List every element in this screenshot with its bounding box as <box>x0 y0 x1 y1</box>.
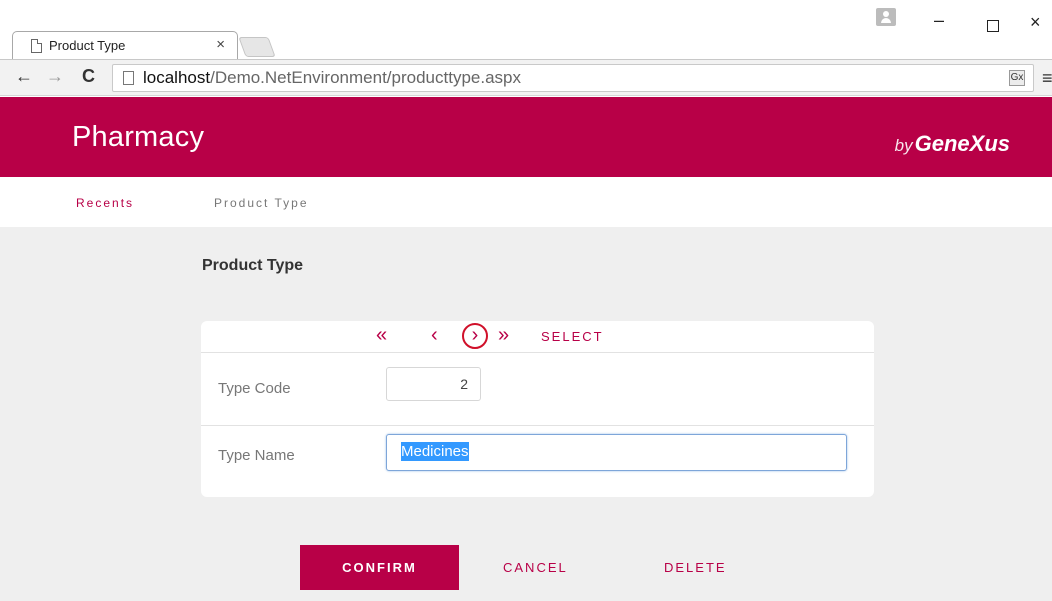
previous-record-icon[interactable]: ‹ <box>431 325 438 345</box>
tab-title: Product Type <box>49 38 126 53</box>
page-icon <box>31 39 42 53</box>
main-content: Product Type « ‹ › » SELECT Type Code 2 … <box>0 227 1052 601</box>
menu-bar: Recents Product Type <box>0 177 1052 227</box>
tab-close-icon[interactable]: × <box>216 36 225 53</box>
user-profile-icon[interactable] <box>876 8 896 26</box>
type-name-field[interactable]: Medicines <box>386 434 847 471</box>
delete-button[interactable]: DELETE <box>664 560 727 575</box>
menu-item-product-type[interactable]: Product Type <box>214 196 309 210</box>
first-record-icon[interactable]: « <box>376 325 387 345</box>
next-record-icon[interactable]: › <box>462 323 488 349</box>
forward-arrow-icon[interactable]: → <box>46 66 64 87</box>
app-header: Pharmacy byGeneXus <box>0 97 1052 177</box>
window-maximize-button[interactable] <box>987 20 999 32</box>
type-code-field[interactable]: 2 <box>386 367 481 401</box>
browser-tab[interactable]: Product Type × <box>12 31 238 59</box>
record-navigation: « ‹ › » SELECT <box>201 321 874 353</box>
browser-titlebar: Product Type × – × <box>0 0 1052 60</box>
select-button[interactable]: SELECT <box>541 329 604 344</box>
type-name-row: Type Name Medicines <box>201 427 874 500</box>
type-code-label: Type Code <box>218 380 291 397</box>
reload-icon[interactable]: C <box>82 66 95 87</box>
browser-menu-icon[interactable]: ≡ <box>1042 68 1052 89</box>
page-title: Product Type <box>202 257 304 274</box>
last-record-icon[interactable]: » <box>498 325 509 345</box>
menu-item-recents[interactable]: Recents <box>76 196 134 210</box>
app-title: Pharmacy <box>72 121 205 153</box>
brand-logo: byGeneXus <box>894 131 1010 156</box>
confirm-button[interactable]: CONFIRM <box>300 545 459 590</box>
translate-icon[interactable]: Gx <box>1009 70 1025 86</box>
type-code-row: Type Code 2 <box>201 353 874 426</box>
new-tab-button[interactable] <box>238 37 276 57</box>
url-text[interactable]: localhost/Demo.NetEnvironment/producttyp… <box>143 68 521 88</box>
address-bar[interactable]: localhost/Demo.NetEnvironment/producttyp… <box>112 64 1034 92</box>
window-minimize-button[interactable]: – <box>934 10 944 31</box>
cancel-button[interactable]: CANCEL <box>503 560 568 575</box>
back-arrow-icon[interactable]: ← <box>15 66 33 87</box>
type-name-label: Type Name <box>218 447 295 464</box>
browser-toolbar: ← → C localhost/Demo.NetEnvironment/prod… <box>0 59 1052 96</box>
form-card: « ‹ › » SELECT Type Code 2 Type Name Med… <box>201 321 874 497</box>
window-close-button[interactable]: × <box>1030 12 1041 33</box>
page-icon <box>123 71 134 85</box>
type-name-value: Medicines <box>401 442 469 461</box>
